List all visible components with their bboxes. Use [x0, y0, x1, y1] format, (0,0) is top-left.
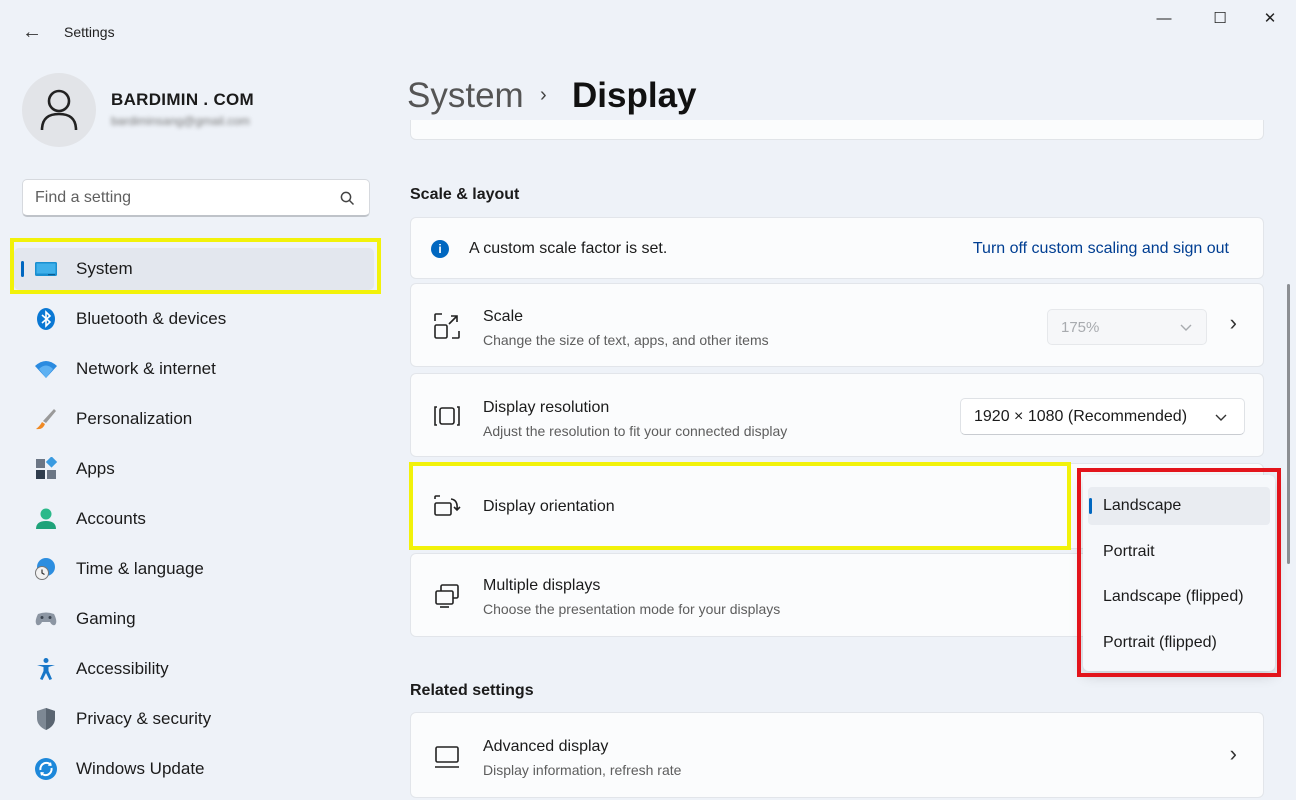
- resolution-icon: [434, 406, 460, 426]
- app-title: Settings: [64, 24, 115, 40]
- user-icon: [40, 89, 78, 131]
- breadcrumb-separator: ›: [540, 84, 547, 106]
- close-button[interactable]: ✕: [1252, 8, 1288, 30]
- sidebar-item-label: Accounts: [76, 509, 146, 528]
- scale-value: 175%: [1061, 319, 1100, 336]
- scale-dropdown: 175%: [1047, 309, 1207, 345]
- search-input[interactable]: Find a setting: [22, 179, 370, 217]
- sidebar-item-network[interactable]: Network & internet: [14, 348, 374, 390]
- sidebar-item-label: Time & language: [76, 559, 204, 578]
- sidebar-item-label: Network & internet: [76, 359, 216, 378]
- scale-card[interactable]: Scale Change the size of text, apps, and…: [410, 283, 1264, 367]
- sidebar-item-label: Bluetooth & devices: [76, 309, 227, 328]
- sidebar-item-label: Windows Update: [76, 759, 205, 778]
- sidebar-item-windows-update[interactable]: Windows Update: [14, 748, 374, 790]
- multiple-displays-title: Multiple displays: [483, 577, 601, 594]
- multiple-displays-icon: [435, 584, 459, 608]
- display-resolution-value: 1920 × 1080 (Recommended): [974, 408, 1188, 425]
- section-title-related-settings: Related settings: [410, 682, 534, 699]
- scrolled-card-edge: [410, 120, 1264, 140]
- chevron-down-icon: [1215, 414, 1227, 421]
- advanced-display-subtitle: Display information, refresh rate: [483, 762, 682, 778]
- bluetooth-icon: [37, 308, 55, 330]
- sidebar-item-privacy[interactable]: Privacy & security: [14, 698, 374, 740]
- brush-icon: [36, 409, 56, 430]
- highlight-orientation-menu: [1077, 468, 1281, 677]
- clock-globe-icon: [35, 558, 55, 580]
- accounts-icon: [36, 508, 56, 529]
- display-resolution-title: Display resolution: [483, 399, 610, 416]
- sidebar-item-gaming[interactable]: Gaming: [14, 598, 374, 640]
- breadcrumb-parent[interactable]: System: [407, 76, 524, 116]
- back-button[interactable]: ←: [20, 20, 44, 44]
- search-placeholder: Find a setting: [35, 189, 132, 206]
- scale-chevron-right-icon[interactable]: ›: [1230, 312, 1237, 334]
- minimize-button[interactable]: —: [1146, 8, 1182, 30]
- sidebar-item-label: Accessibility: [76, 659, 169, 678]
- maximize-button[interactable]: ☐: [1202, 8, 1238, 30]
- user-name: BARDIMIN . COM: [111, 90, 255, 109]
- wifi-icon: [35, 361, 57, 378]
- display-resolution-card: Display resolution Adjust the resolution…: [410, 373, 1264, 457]
- sidebar-item-label: Gaming: [76, 609, 136, 628]
- avatar[interactable]: [22, 73, 96, 147]
- search-icon[interactable]: [340, 191, 355, 206]
- highlight-system: [10, 238, 381, 294]
- advanced-display-chevron-right-icon: ›: [1229, 741, 1237, 766]
- sidebar-item-bluetooth[interactable]: Bluetooth & devices: [14, 298, 374, 340]
- scale-icon: [434, 313, 460, 339]
- shield-icon: [37, 708, 55, 730]
- sidebar-item-accessibility[interactable]: Accessibility: [14, 648, 374, 690]
- info-icon: i: [431, 240, 449, 258]
- sidebar-item-label: Personalization: [76, 409, 193, 428]
- scale-title: Scale: [483, 308, 524, 325]
- sidebar-item-time-language[interactable]: Time & language: [14, 548, 374, 590]
- page-title: Display: [572, 76, 697, 115]
- sidebar-item-label: Privacy & security: [76, 709, 212, 728]
- advanced-display-card[interactable]: Advanced display Display information, re…: [410, 712, 1264, 798]
- sidebar-item-personalization[interactable]: Personalization: [14, 398, 374, 440]
- display-resolution-dropdown[interactable]: 1920 × 1080 (Recommended): [960, 398, 1245, 435]
- highlight-display-orientation: [409, 462, 1071, 550]
- chevron-down-icon: [1180, 324, 1192, 331]
- display-resolution-subtitle: Adjust the resolution to fit your connec…: [483, 423, 788, 439]
- custom-scale-info-bar: i A custom scale factor is set. Turn off…: [410, 217, 1264, 279]
- apps-icon: [36, 457, 58, 479]
- advanced-display-title: Advanced display: [483, 738, 609, 755]
- user-email: bardiminsang@gmail.com: [111, 114, 250, 128]
- sidebar-item-label: Apps: [76, 459, 115, 478]
- accessibility-icon: [37, 658, 55, 680]
- scale-subtitle: Change the size of text, apps, and other…: [483, 332, 769, 348]
- sidebar-item-accounts[interactable]: Accounts: [14, 498, 374, 540]
- scrollbar[interactable]: [1287, 284, 1290, 564]
- gamepad-icon: [35, 612, 57, 626]
- sidebar-item-apps[interactable]: Apps: [14, 448, 374, 490]
- section-title-scale-layout: Scale & layout: [410, 186, 520, 203]
- multiple-displays-subtitle: Choose the presentation mode for your di…: [483, 601, 781, 617]
- info-message: A custom scale factor is set.: [469, 240, 668, 257]
- update-icon: [35, 758, 57, 780]
- monitor-icon: [435, 746, 459, 768]
- turn-off-custom-scaling-link[interactable]: Turn off custom scaling and sign out: [973, 240, 1229, 258]
